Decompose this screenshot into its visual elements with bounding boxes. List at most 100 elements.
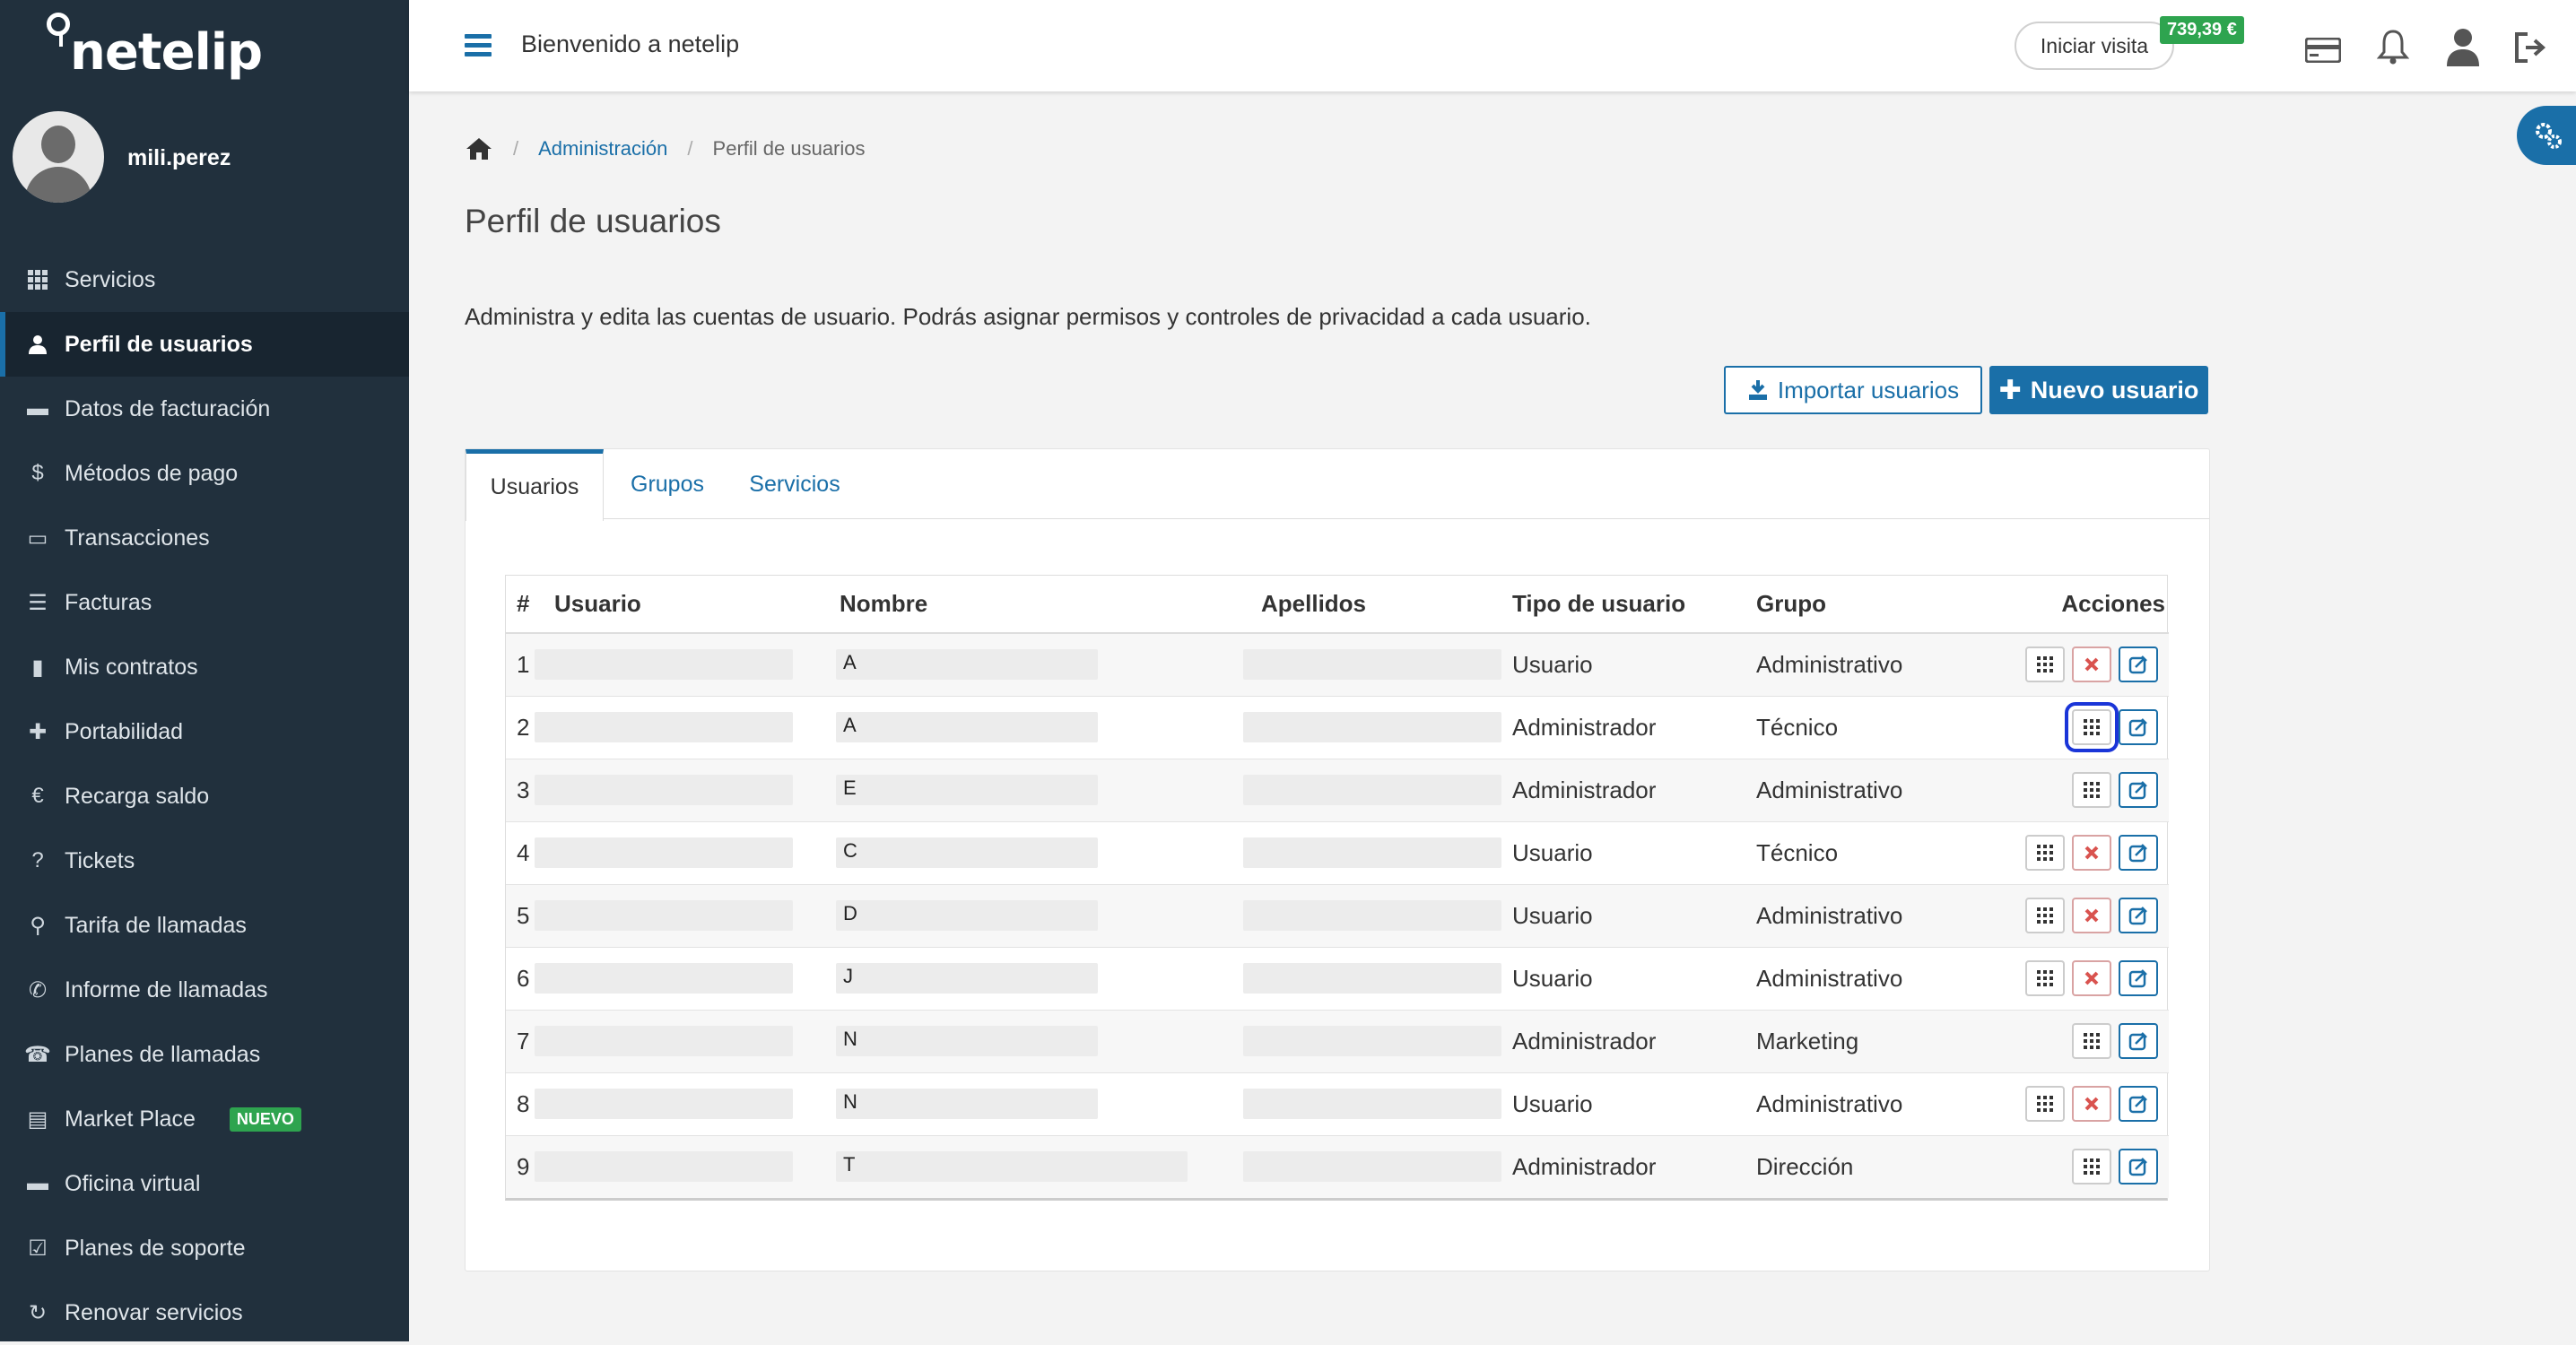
nav-recarga-saldo[interactable]: € Recarga saldo <box>0 764 409 829</box>
edit-user-button[interactable] <box>2119 1023 2158 1059</box>
redacted-field: A <box>836 712 1098 743</box>
permissions-grid-button[interactable] <box>2025 960 2065 996</box>
nav-metodos-pago[interactable]: $ Métodos de pago <box>0 441 409 506</box>
delete-user-button[interactable] <box>2072 898 2111 933</box>
tab-usuarios[interactable]: Usuarios <box>466 449 604 521</box>
sidebar-item-label: Servicios <box>65 266 156 292</box>
import-users-button[interactable]: Importar usuarios <box>1724 366 1982 414</box>
edit-user-button[interactable] <box>2119 835 2158 871</box>
nav-portabilidad[interactable]: ✚ Portabilidad <box>0 699 409 764</box>
nav-datos-facturacion[interactable]: ▬ Datos de facturación <box>0 377 409 441</box>
redacted-field <box>1243 837 1501 869</box>
redacted-field <box>535 649 793 681</box>
permissions-grid-button[interactable] <box>2025 835 2065 871</box>
edit-user-button[interactable] <box>2119 772 2158 808</box>
row-usuario <box>535 695 829 759</box>
new-badge: NUEVO <box>229 1106 301 1132</box>
row-grupo: Administrativo <box>1745 632 1982 696</box>
breadcrumb-admin[interactable]: Administración <box>538 137 667 161</box>
edit-user-button[interactable] <box>2119 1086 2158 1122</box>
edit-user-button[interactable] <box>2119 1149 2158 1185</box>
row-nombre: J <box>829 946 1250 1010</box>
sidebar-item-label: Portabilidad <box>65 718 184 744</box>
delete-user-button[interactable] <box>2072 646 2111 683</box>
nav-informe-llamadas[interactable]: ✆ Informe de llamadas <box>0 958 409 1022</box>
nav-mis-contratos[interactable]: ▮ Mis contratos <box>0 635 409 699</box>
welcome-text: Bienvenido a netelip <box>521 30 740 57</box>
row-tipo: Usuario <box>1501 1072 1745 1135</box>
sidebar-item-label: Planes de llamadas <box>65 1041 261 1067</box>
user-account-icon[interactable] <box>2445 27 2481 66</box>
redacted-field <box>535 1151 793 1183</box>
row-acciones <box>1982 632 2169 696</box>
nav-market-place[interactable]: ▤ Market Place NUEVO <box>0 1087 409 1151</box>
permissions-grid-button[interactable] <box>2025 646 2065 683</box>
row-acciones <box>1982 695 2169 759</box>
row-acciones <box>1982 820 2169 884</box>
permissions-grid-button[interactable] <box>2072 1023 2111 1059</box>
permissions-grid-button[interactable] <box>2065 702 2119 752</box>
hamburger-menu-icon[interactable] <box>465 34 492 57</box>
home-icon[interactable] <box>465 136 493 161</box>
edit-user-button[interactable] <box>2119 960 2158 996</box>
row-acciones <box>1982 758 2169 821</box>
row-grupo: Marketing <box>1745 1009 1982 1072</box>
table-row: 3 E Administrador Administrativo <box>506 758 2169 821</box>
checkbox-icon: ☑ <box>28 1236 48 1261</box>
row-tipo: Usuario <box>1501 820 1745 884</box>
row-apellidos <box>1243 695 1501 759</box>
tab-grupos[interactable]: Grupos <box>607 449 727 519</box>
briefcase-icon: ▬ <box>27 1171 48 1195</box>
presentation-icon: ▤ <box>27 1106 48 1132</box>
document-icon: ▮ <box>31 655 44 680</box>
row-tipo: Usuario <box>1501 632 1745 696</box>
delete-user-button[interactable] <box>2072 960 2111 996</box>
user-profile[interactable]: mili.perez <box>13 111 398 203</box>
redacted-field: J <box>836 963 1098 994</box>
logout-icon[interactable] <box>2513 30 2549 65</box>
permissions-grid-button[interactable] <box>2025 1086 2065 1122</box>
edit-user-button[interactable] <box>2119 646 2158 683</box>
delete-user-button[interactable] <box>2072 1086 2111 1122</box>
edit-user-button[interactable] <box>2119 898 2158 933</box>
settings-gear-tab[interactable] <box>2517 106 2576 165</box>
user-icon <box>27 334 48 355</box>
redacted-field <box>535 837 793 869</box>
nav-renovar-servicios[interactable]: ↻ Renovar servicios <box>0 1280 409 1345</box>
sidebar-item-label: Recarga saldo <box>65 783 210 809</box>
redacted-field <box>535 1026 793 1057</box>
sidebar-item-label: Datos de facturación <box>65 395 271 421</box>
nav-perfil-usuarios[interactable]: Perfil de usuarios <box>0 312 409 377</box>
username: mili.perez <box>127 145 231 170</box>
start-visit-button[interactable]: Iniciar visita <box>2015 22 2174 70</box>
permissions-grid-button[interactable] <box>2072 772 2111 808</box>
row-apellidos <box>1243 758 1501 821</box>
sidebar: netelip mili.perez Servicios Perfil de us… <box>0 0 409 1341</box>
nav-facturas[interactable]: ☰ Facturas <box>0 570 409 635</box>
delete-user-button[interactable] <box>2072 835 2111 871</box>
row-usuario <box>535 632 829 696</box>
nav-oficina-virtual[interactable]: ▬ Oficina virtual <box>0 1151 409 1216</box>
table-row: 2 A Administrador Técnico <box>506 695 2169 759</box>
edit-user-button[interactable] <box>2119 709 2158 745</box>
permissions-grid-button[interactable] <box>2025 898 2065 933</box>
permissions-grid-button[interactable] <box>2072 1149 2111 1185</box>
nav-planes-soporte[interactable]: ☑ Planes de soporte <box>0 1216 409 1280</box>
nav-tarifa-llamadas[interactable]: ⚲ Tarifa de llamadas <box>0 893 409 958</box>
table-row: 5 D Usuario Administrativo <box>506 883 2169 947</box>
redacted-field <box>1243 1026 1501 1057</box>
row-nombre: T <box>829 1134 1250 1198</box>
nav-servicios[interactable]: Servicios <box>0 247 409 312</box>
billing-card-icon[interactable] <box>2305 38 2341 63</box>
col-usuario: Usuario <box>544 576 829 634</box>
nav-transacciones[interactable]: ▭ Transacciones <box>0 506 409 570</box>
topbar: Bienvenido a netelip Iniciar visita 739,… <box>409 0 2576 91</box>
tab-servicios[interactable]: Servicios <box>727 449 862 519</box>
plus-icon: ✚ <box>1998 375 2022 405</box>
nav-planes-llamadas[interactable]: ☎ Planes de llamadas <box>0 1022 409 1087</box>
new-user-button[interactable]: ✚ Nuevo usuario <box>1989 366 2208 414</box>
sidebar-item-label: Tarifa de llamadas <box>65 912 247 938</box>
nav-tickets[interactable]: ? Tickets <box>0 829 409 893</box>
bell-icon[interactable] <box>2377 29 2409 65</box>
row-usuario <box>535 758 829 821</box>
